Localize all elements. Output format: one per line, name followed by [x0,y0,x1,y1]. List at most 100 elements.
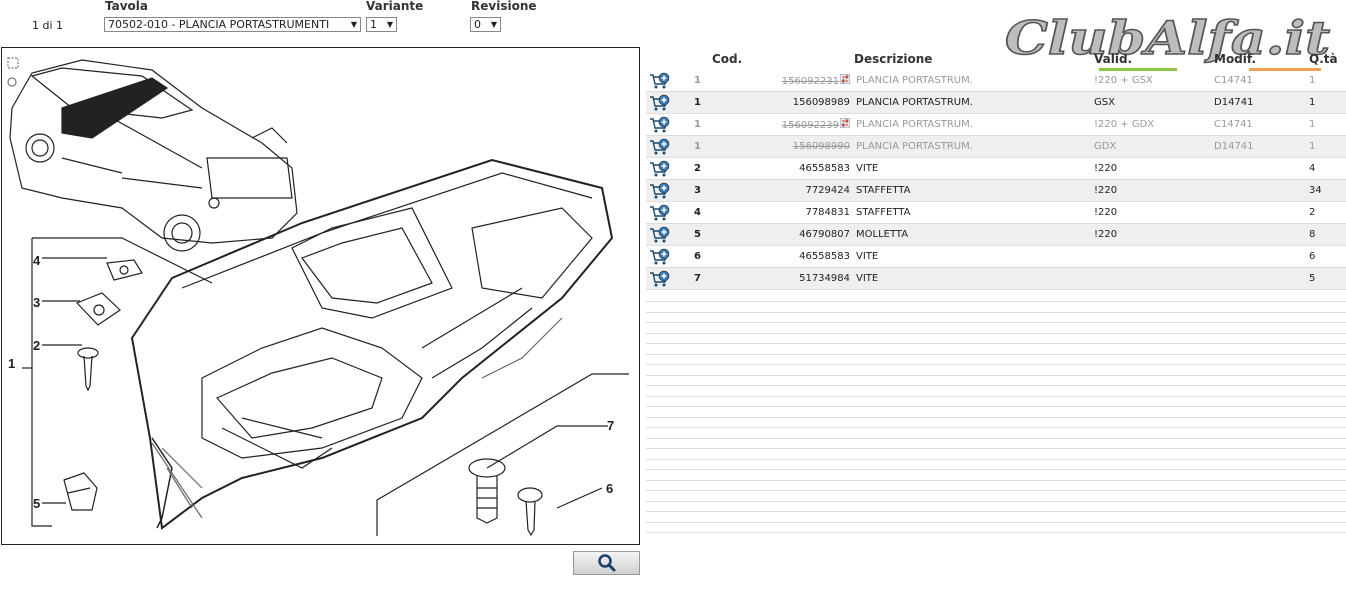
revisione-select-value: 0 [474,18,481,31]
tavola-select-value: 70502-010 - PLANCIA PORTASTRUMENTI [108,18,330,31]
dashboard-panel-illustration [130,158,614,530]
row-modification: D14741 [1214,135,1309,158]
add-to-cart-icon[interactable] [649,226,671,244]
row-modification [1214,201,1309,224]
row-validity [1094,245,1214,268]
row-code: 7784831 [708,201,854,224]
zoom-button[interactable] [573,551,640,575]
table-row[interactable]: 1 156098990 PLANCIA PORTASTRUM. GDX D147… [646,135,1346,158]
add-to-cart-icon[interactable] [649,116,671,134]
col-header-valid[interactable]: Valid. [1094,48,1214,70]
row-quantity: 4 [1309,157,1346,180]
tavola-select[interactable]: 70502-010 - PLANCIA PORTASTRUMENTI ▼ [104,17,361,32]
col-header-descrizione[interactable]: Descrizione [854,48,1094,70]
row-modification [1214,223,1309,246]
empty-row-line [646,532,1346,533]
row-description: PLANCIA PORTASTRUM. [854,91,1094,114]
bracket-part-3-illustration [75,292,121,326]
row-position: 6 [690,245,708,268]
row-modification [1214,179,1309,202]
row-quantity: 1 [1309,113,1346,136]
col-header-qta[interactable]: Q.tà [1309,48,1346,70]
empty-row-line [646,458,1346,460]
variante-select[interactable]: 1 ▼ [366,17,397,32]
empty-row-line [646,490,1346,491]
row-validity: !220 + GDX [1094,113,1214,136]
add-to-cart-icon[interactable] [649,248,671,266]
parts-diagram[interactable]: 4 3 2 1 5 7 6 [1,47,640,545]
table-row[interactable]: 5 46790807 MOLLETTA !220 8 [646,223,1346,246]
row-position: 1 [690,113,708,136]
add-to-cart-icon[interactable] [649,72,671,90]
revisione-label: Revisione [471,0,537,13]
row-validity: !220 + GSX [1094,70,1214,92]
row-modification [1214,267,1309,290]
callout-5[interactable]: 5 [33,496,40,511]
row-code: 156092239 [708,113,854,136]
table-row[interactable]: 4 7784831 STAFFETTA !220 2 [646,201,1346,224]
empty-row-line [646,406,1346,407]
callout-4[interactable]: 4 [33,253,41,268]
table-row[interactable]: 7 51734984 VITE 5 [646,267,1346,290]
col-header-modif[interactable]: Modif. [1214,48,1309,70]
table-row[interactable]: 1 156092239 PLANCIA PORTASTRUM. !220 + G… [646,113,1346,136]
row-validity: !220 [1094,179,1214,202]
add-to-cart-icon[interactable] [649,138,671,156]
table-row[interactable]: 1 156098989 PLANCIA PORTASTRUM. GSX D147… [646,91,1346,114]
row-validity [1094,267,1214,290]
callout-1[interactable]: 1 [8,356,15,371]
select-area-icon[interactable] [7,57,19,69]
clip-part-5-illustration [63,472,98,511]
table-row[interactable]: 2 46558583 VITE !220 4 [646,157,1346,180]
search-icon [597,554,615,572]
callout-2[interactable]: 2 [33,338,40,353]
row-code: 46790807 [708,223,854,246]
empty-row-line [646,479,1346,481]
swap-icon[interactable] [839,117,851,129]
add-to-cart-icon[interactable] [649,160,671,178]
table-row[interactable]: 1 156092231 PLANCIA PORTASTRUM. !220 + G… [646,70,1346,92]
table-row[interactable]: 3 7729424 STAFFETTA !220 34 [646,179,1346,202]
row-modification: C14741 [1214,113,1309,136]
page-counter: 1 di 1 [32,19,64,32]
add-to-cart-icon[interactable] [649,270,671,288]
empty-row-line [646,343,1346,344]
col-header-cod[interactable]: Cod. [708,48,854,70]
row-position: 2 [690,157,708,180]
row-position: 3 [690,179,708,202]
add-to-cart-icon[interactable] [649,204,671,222]
screw-part-2-illustration [77,347,99,392]
empty-row-line [646,521,1346,523]
row-code: 156098989 [708,91,854,114]
exploded-view-drawing: 4 3 2 1 5 7 6 [7,57,629,537]
row-validity: GSX [1094,91,1214,114]
swap-icon[interactable] [839,73,851,85]
revisione-select[interactable]: 0 ▼ [470,17,501,32]
row-position: 7 [690,267,708,290]
row-quantity: 5 [1309,267,1346,290]
empty-row-line [646,500,1346,502]
row-quantity: 6 [1309,245,1346,268]
row-description: VITE [854,267,1094,290]
table-row[interactable]: 6 46558583 VITE 6 [646,245,1346,268]
empty-row-line [646,469,1346,470]
row-description: VITE [854,157,1094,180]
row-code: 7729424 [708,179,854,202]
row-position: 1 [690,135,708,158]
row-modification [1214,157,1309,180]
empty-row-line [646,301,1346,302]
zoom-in-icon[interactable] [7,77,17,87]
empty-row-line [646,427,1346,428]
empty-row-line [646,395,1346,397]
empty-row-line [646,353,1346,355]
add-to-cart-icon[interactable] [649,182,671,200]
row-code: 46558583 [708,157,854,180]
parts-table: Cod. Descrizione Valid. Modif. Q.tà 1 15… [646,48,1346,290]
chevron-down-icon: ▼ [350,20,357,29]
callout-3[interactable]: 3 [33,295,40,310]
row-modification: C14741 [1214,70,1309,92]
empty-row-line [646,332,1346,334]
add-to-cart-icon[interactable] [649,94,671,112]
callout-7[interactable]: 7 [607,418,614,433]
callout-6[interactable]: 6 [606,481,613,496]
